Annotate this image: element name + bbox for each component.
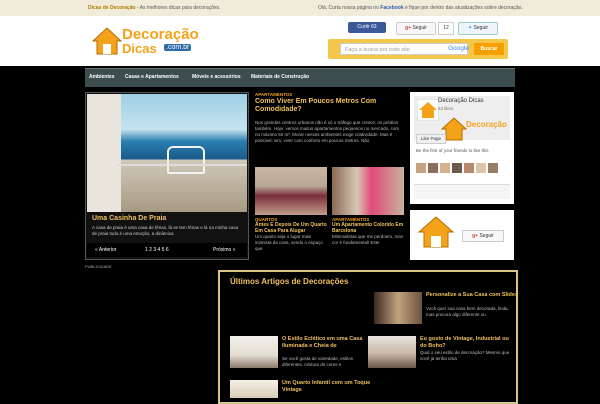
slide-caption[interactable]: Uma Casinha De Praia xyxy=(92,215,166,222)
article-title[interactable]: Um Quarto Infantil com um Toque Vintage xyxy=(282,380,374,394)
avatar[interactable] xyxy=(416,163,426,173)
avatar[interactable] xyxy=(428,163,438,173)
article-card[interactable]: QUARTOS Antes E Depois De Um Quarto Em C… xyxy=(255,167,327,252)
facebook-page-widget: Decoração Decoração Dicas 63 likes Like … xyxy=(410,92,514,204)
widget-like-count: 63 likes xyxy=(438,106,454,111)
article-item[interactable]: Personalize a Sua Casa com Slides Você q… xyxy=(374,292,518,328)
avatar[interactable] xyxy=(464,163,474,173)
avatar[interactable] xyxy=(476,163,486,173)
article-title[interactable]: Personalize a Sua Casa com Slides xyxy=(426,292,518,299)
gplus-icon: g+ xyxy=(405,25,412,31)
avatar[interactable] xyxy=(452,163,462,173)
slider-prev-button[interactable]: « Anterior xyxy=(95,247,116,253)
nav-item-casas-apartamentos[interactable]: Casas e Apartamentos xyxy=(125,74,179,80)
main-nav: Ambientes Casas e Apartamentos Móveis e … xyxy=(85,68,515,87)
search-button[interactable]: Buscar xyxy=(474,43,504,55)
gplus-follow-button[interactable]: g+ Seguir xyxy=(396,22,436,35)
topbar-brand-link[interactable]: Dicas de Decoração xyxy=(88,5,136,11)
widget-footer xyxy=(414,184,510,199)
article-item[interactable]: Eu gosto de Vintage, Industrial ou do Bo… xyxy=(368,336,514,374)
gplus-count: 12 xyxy=(438,22,454,35)
topbar-left: Dicas de Decoração - As melhores dicas p… xyxy=(88,5,221,11)
featured-slider: Uma Casinha De Praia A casa de praia é u… xyxy=(85,92,249,260)
header xyxy=(0,40,600,66)
gplus-widget-follow-button[interactable]: g+ Seguir xyxy=(462,230,504,242)
article-title[interactable]: Eu gosto de Vintage, Industrial ou do Bo… xyxy=(420,336,512,350)
twitter-follow-button[interactable]: ✦ Seguir xyxy=(458,22,498,35)
latest-articles-section: Últimos Artigos de Decorações Personaliz… xyxy=(218,270,518,404)
advertising-label: PUBLICIDADE xyxy=(85,264,112,269)
featured-title[interactable]: Como Viver Em Poucos Metros Com Comodida… xyxy=(255,98,405,114)
topbar-facebook-link[interactable]: Facebook xyxy=(380,5,403,11)
featured-category[interactable]: APARTAMENTOS xyxy=(255,92,292,97)
avatar[interactable] xyxy=(440,163,450,173)
slider-next-button[interactable]: Próximo » xyxy=(213,247,236,253)
gplus-widget-follow-label: Seguir xyxy=(479,233,494,239)
widget-logo-text: Decoração xyxy=(466,120,507,129)
widget-page-name[interactable]: Decoração Dicas xyxy=(438,98,484,104)
topbar-right: Olá, Curta nossa página no Facebook e fi… xyxy=(318,5,523,11)
slide-image[interactable] xyxy=(87,94,247,212)
house-logo-icon xyxy=(417,216,455,248)
topbar-tagline: - As melhores dicas para decorações. xyxy=(135,5,221,11)
slider-page-numbers[interactable]: 1 2 3 4 5 6 xyxy=(145,247,169,253)
house-logo-icon xyxy=(417,99,439,121)
article-card[interactable]: APARTAMENTOS Um Apartamento Colorido Em … xyxy=(332,167,404,246)
search-box: Faça a busca por todo site Google Buscar xyxy=(328,39,508,59)
gplus-label: Seguir xyxy=(412,25,427,31)
google-logo: Google xyxy=(448,45,469,52)
article-item[interactable]: Um Quarto Infantil com um Toque Vintage xyxy=(230,380,374,400)
gplus-widget: g+ Seguir xyxy=(410,210,514,260)
topbar-right-post: e fique por dentro das atualizações sobr… xyxy=(403,5,523,11)
card-image[interactable] xyxy=(255,167,327,215)
widget-like-page-button[interactable]: Like Page xyxy=(416,134,446,144)
house-logo-icon xyxy=(92,27,122,55)
top-bar: Dicas de Decoração - As melhores dicas p… xyxy=(0,0,600,16)
slide-description: A casa de praia é uma casa de férias, lá… xyxy=(92,225,239,236)
article-excerpt: Se você gosta de variedade, estilos dife… xyxy=(282,356,354,367)
featured-excerpt: Nos grandes centros urbanos não é só o t… xyxy=(255,120,400,143)
article-excerpt: Você quer sua casa bem decorada, linda, … xyxy=(426,306,509,317)
article-item[interactable]: O Estilo Eclético em uma Casa Iluminada … xyxy=(230,336,374,374)
avatar[interactable] xyxy=(488,163,498,173)
twitter-label: Seguir xyxy=(473,25,489,31)
twitter-icon: ✦ xyxy=(467,25,473,31)
card-title[interactable]: Antes E Depois De Um Quarto Em Casa Para… xyxy=(255,222,327,234)
card-title[interactable]: Um Apartamento Colorido Em Barcelona xyxy=(332,222,404,234)
card-image[interactable] xyxy=(332,167,404,215)
logo-domain: .com.br xyxy=(164,44,192,51)
nav-item-moveis-acessorios[interactable]: Móveis e acessórios xyxy=(192,74,241,80)
nav-item-materiais-construcao[interactable]: Materiais de Construção xyxy=(251,74,309,80)
facebook-like-button[interactable]: Curtir 63 xyxy=(348,22,386,33)
article-excerpt: Qual o seu estilo de decoração? Mesmo qu… xyxy=(420,350,510,361)
card-excerpt: Um quarto seja o lugar mais intimista da… xyxy=(255,234,323,251)
logo-text-line2: Dicas xyxy=(122,41,157,56)
card-excerpt: Minimalistas que me perdoem, mas cor é f… xyxy=(332,234,404,245)
article-thumbnail[interactable] xyxy=(230,380,278,398)
article-thumbnail[interactable] xyxy=(368,336,416,368)
article-thumbnail[interactable] xyxy=(230,336,278,368)
nav-item-ambientes[interactable]: Ambientes xyxy=(89,74,115,80)
topbar-right-pre: Olá, Curta nossa página no xyxy=(318,5,381,11)
article-thumbnail[interactable] xyxy=(374,292,422,324)
widget-faces xyxy=(416,160,512,176)
site-logo[interactable]: Decoração Dicas .com.br xyxy=(92,24,210,58)
gplus-icon: g+ xyxy=(472,233,479,239)
facebook-like-label: Curtir 63 xyxy=(357,24,377,30)
article-title[interactable]: O Estilo Eclético em uma Casa Iluminada … xyxy=(282,336,374,350)
social-row xyxy=(0,16,600,40)
latest-articles-title: Últimos Artigos de Decorações xyxy=(230,277,349,286)
widget-like-label: Like Page xyxy=(420,136,441,141)
slider-pager: « Anterior 1 2 3 4 5 6 Próximo » xyxy=(87,243,247,257)
widget-friends-text: Be the first of your friends to like thi… xyxy=(416,148,489,153)
